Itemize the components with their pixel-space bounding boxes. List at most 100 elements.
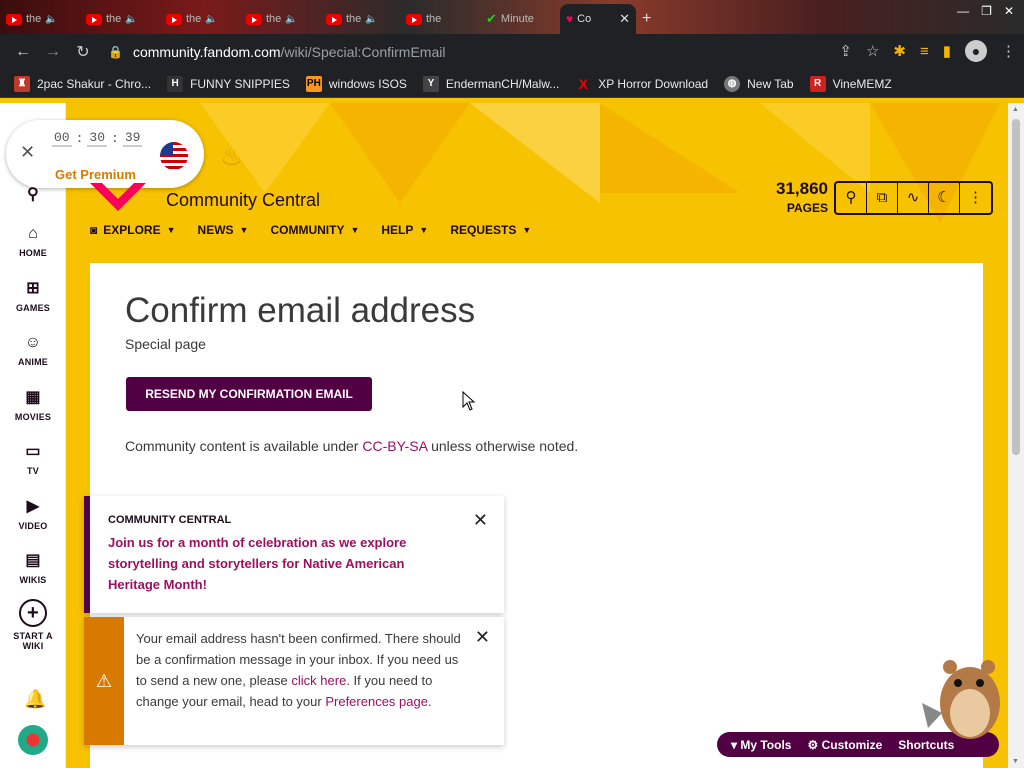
tab-label: the [266, 13, 282, 25]
browser-tab[interactable]: the 🔈 [240, 4, 320, 34]
more-icon[interactable]: ⋮ [960, 183, 991, 213]
my-tools-button[interactable]: ▾ My Tools [731, 738, 791, 752]
nav-label: COMMUNITY [270, 223, 345, 237]
page-title: Confirm email address [125, 291, 476, 330]
recent-changes-icon[interactable]: ∿ [898, 183, 929, 213]
speaker-icon[interactable]: 🔈 [285, 14, 297, 25]
rail-item-home[interactable]: ⌂ HOME [0, 224, 66, 258]
bookmark-label: VineMEMZ [832, 76, 892, 91]
bookmark-label: New Tab [747, 76, 794, 91]
nav-community[interactable]: COMMUNITY ▼ [270, 223, 359, 237]
discussions-icon[interactable]: ⧉ [867, 183, 898, 213]
dark-mode-icon[interactable]: ☾ [929, 183, 960, 213]
maximize-icon[interactable]: ❐ [981, 4, 992, 18]
scroll-down-icon[interactable]: ▼ [1012, 758, 1019, 765]
browser-tab[interactable]: the 🔈 [320, 4, 400, 34]
browser-tab-active[interactable]: ♥ Co ✕ [560, 4, 636, 34]
browser-tab[interactable]: the 🔈 [160, 4, 240, 34]
bookmark[interactable]: X XP Horror Download [575, 76, 709, 92]
caret-down-icon: ▼ [522, 225, 532, 235]
bookmark[interactable]: PH windows ISOS [305, 75, 407, 92]
close-tab-icon[interactable]: ✕ [619, 11, 630, 27]
get-premium-link[interactable]: Get Premium [55, 167, 136, 182]
bookmark[interactable]: H FUNNY SNIPPIES [167, 75, 290, 92]
bookmark-label: windows ISOS [328, 76, 407, 91]
preferences-link[interactable]: Preferences page [325, 694, 428, 709]
rail-item-video[interactable]: ▶ VIDEO [0, 497, 66, 531]
browser-tab[interactable]: ✔ Minute [480, 4, 560, 34]
close-warning-icon[interactable]: ✕ [475, 627, 490, 648]
notifications-bell-icon[interactable]: 🔔 [24, 689, 46, 710]
lock-icon[interactable]: 🔒 [108, 45, 123, 59]
customize-button[interactable]: ⚙ Customize [807, 738, 882, 752]
page-viewport: ⚲ ⌂ HOME ⊞ GAMES ☺ ANIME ▦ MOVIES ▭ TV ▶ VIDEO… [0, 103, 1024, 768]
scrollbar-thumb[interactable] [1012, 119, 1020, 455]
nav-news[interactable]: NEWS ▼ [198, 223, 249, 237]
bookmark-star-icon[interactable]: ☆ [866, 42, 879, 60]
bookmark[interactable]: ♜ 2pac Shakur - Chro... [14, 75, 151, 92]
bookmark[interactable]: ◍ New Tab [724, 75, 794, 92]
rail-item-games[interactable]: ⊞ GAMES [0, 279, 66, 313]
back-icon[interactable]: ← [8, 43, 38, 61]
bookmark-label: XP Horror Download [598, 76, 709, 91]
speaker-icon[interactable]: 🔈 [125, 14, 137, 25]
url-domain: community.fandom.com [132, 44, 281, 60]
user-avatar[interactable] [18, 725, 48, 755]
close-window-icon[interactable]: ✕ [1004, 4, 1014, 18]
timer-seconds: 39 [122, 130, 143, 147]
r-icon: R [809, 75, 826, 92]
fandom-left-rail: ⚲ ⌂ HOME ⊞ GAMES ☺ ANIME ▦ MOVIES ▭ TV ▶ VIDEO… [0, 103, 66, 768]
new-tab-button[interactable]: + [636, 4, 666, 34]
tab-label: Co [577, 13, 592, 25]
warning-text: Your email address hasn't been confirmed… [136, 628, 462, 712]
browser-tab[interactable]: the 🔈 [0, 4, 80, 34]
nav-requests[interactable]: REQUESTS ▼ [450, 223, 531, 237]
address-bar[interactable]: 🔒 community.fandom.com/wiki/Special:Conf… [108, 38, 808, 66]
resend-confirmation-button[interactable]: RESEND MY CONFIRMATION EMAIL [126, 377, 372, 411]
rail-start-wiki[interactable]: + START A WIKI [0, 599, 66, 651]
community-notice-banner: COMMUNITY CENTRAL Join us for a month of… [84, 496, 504, 613]
site-name[interactable]: Community Central [166, 190, 320, 211]
bookmark[interactable]: Y EndermanCH/Malw... [422, 75, 559, 92]
youtube-icon [406, 13, 422, 25]
browser-tab[interactable]: the 🔈 [80, 4, 160, 34]
click-here-link[interactable]: click here [291, 673, 346, 688]
youtube-icon [6, 13, 22, 25]
nav-help[interactable]: HELP ▼ [381, 223, 428, 237]
rail-item-anime[interactable]: ☺ ANIME [0, 333, 66, 367]
browser-tab[interactable]: the [400, 4, 480, 34]
scroll-up-icon[interactable]: ▲ [1012, 106, 1019, 113]
extensions-icon[interactable]: ✱ [893, 42, 906, 60]
page-scrollbar[interactable]: ▲ ▼ [1008, 103, 1024, 768]
rail-search[interactable]: ⚲ [0, 185, 66, 209]
reload-icon[interactable]: ↻ [68, 42, 98, 62]
fandom-logo[interactable] [88, 181, 148, 213]
plus-circle-icon: + [19, 599, 47, 627]
side-panel-icon[interactable]: ▮ [943, 42, 951, 60]
license-link[interactable]: CC-BY-SA [362, 438, 427, 454]
video-icon: ▶ [26, 498, 40, 515]
license-text: unless otherwise noted. [427, 438, 579, 454]
search-icon[interactable]: ⚲ [836, 183, 867, 213]
menu-kebab-icon[interactable]: ⋮ [1001, 42, 1016, 60]
nav-explore[interactable]: ◙ EXPLORE ▼ [90, 223, 176, 237]
speaker-icon[interactable]: 🔈 [365, 14, 377, 25]
close-timer-icon[interactable]: ✕ [20, 142, 35, 163]
profile-icon[interactable]: ● [965, 40, 987, 62]
rail-item-wikis[interactable]: ▤ WIKIS [0, 551, 66, 585]
share-icon[interactable]: ⇪ [839, 42, 852, 60]
minimize-icon[interactable]: — [957, 4, 969, 18]
speaker-icon[interactable]: 🔈 [205, 14, 217, 25]
rail-item-movies[interactable]: ▦ MOVIES [0, 388, 66, 422]
rail-label: START A [13, 631, 53, 641]
us-flag-icon[interactable] [160, 142, 188, 170]
bookmark[interactable]: R VineMEMZ [809, 75, 892, 92]
speaker-icon[interactable]: 🔈 [45, 14, 57, 25]
youtube-icon [166, 13, 182, 25]
rail-item-tv[interactable]: ▭ TV [0, 442, 66, 476]
nav-label: HELP [381, 223, 414, 237]
close-notice-icon[interactable]: ✕ [473, 510, 488, 531]
notice-body-link[interactable]: Join us for a month of celebration as we… [108, 532, 448, 595]
forward-icon[interactable]: → [38, 43, 68, 61]
reading-list-icon[interactable]: ≡ [920, 43, 929, 60]
